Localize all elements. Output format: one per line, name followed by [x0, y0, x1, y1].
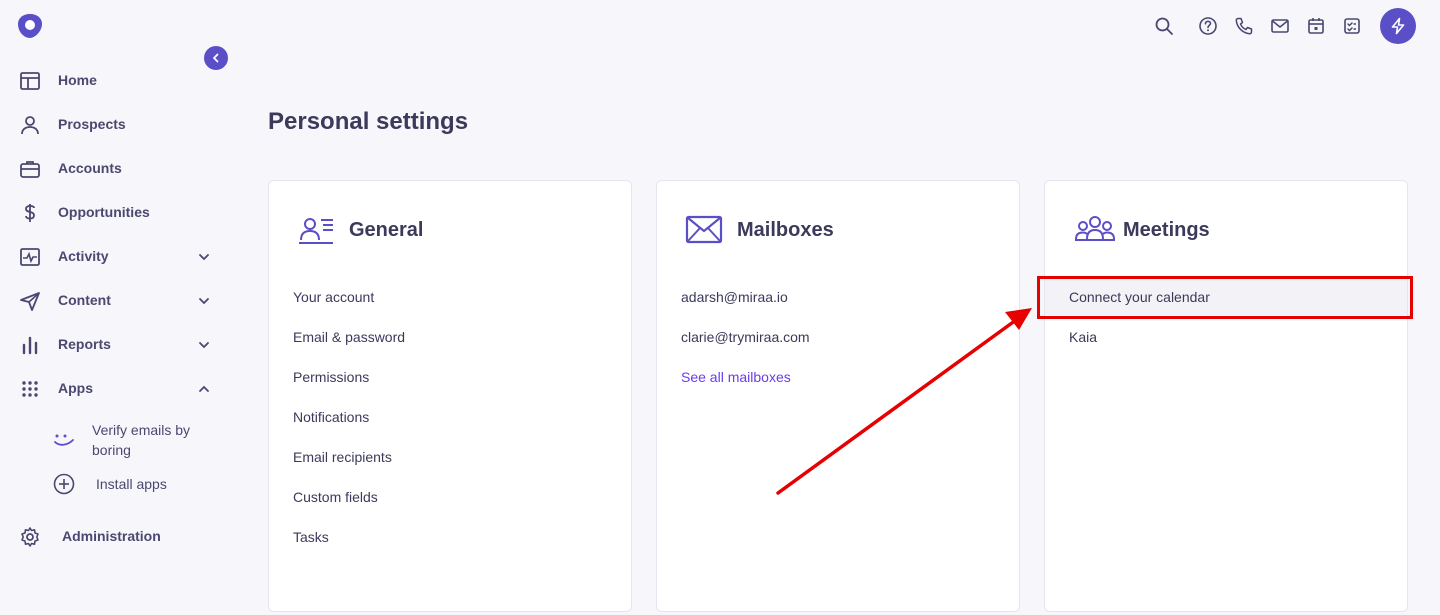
sidebar-item-label: Administration: [62, 528, 161, 544]
bolt-icon: [1391, 17, 1405, 35]
sidebar: Home Prospects Accounts Opportunities Ac…: [0, 0, 240, 615]
sidebar-item-label: Opportunities: [58, 204, 150, 220]
general-card-header: General: [297, 213, 423, 247]
meetings-card-header: Meetings: [1073, 213, 1210, 247]
general-link-tasks[interactable]: Tasks: [269, 519, 631, 555]
envelope-icon: [685, 213, 725, 247]
card-title: General: [349, 218, 424, 241]
sidebar-item-apps[interactable]: Apps: [0, 368, 240, 408]
gear-icon: [19, 526, 41, 548]
sidebar-app-label: Verify emails by boring: [92, 422, 191, 458]
see-all-mailboxes-link[interactable]: See all mailboxes: [657, 359, 1019, 395]
chevron-up-icon: [196, 381, 212, 397]
mailboxes-card-header: Mailboxes: [685, 213, 834, 247]
help-icon[interactable]: [1198, 16, 1218, 36]
sidebar-app-install-apps[interactable]: Install apps: [0, 472, 240, 498]
calendar-icon[interactable]: [1306, 16, 1326, 36]
grid-dots-icon: [19, 378, 41, 400]
sidebar-item-label: Content: [58, 292, 111, 308]
general-link-permissions[interactable]: Permissions: [269, 359, 631, 395]
sidebar-app-verify-emails[interactable]: Verify emails by boring: [0, 418, 240, 464]
person-icon: [19, 114, 41, 136]
plus-circle-icon: [53, 473, 75, 495]
mailbox-link-clarie[interactable]: clarie@trymiraa.com: [657, 319, 1019, 355]
dollar-icon: [19, 202, 41, 224]
mail-icon[interactable]: [1270, 16, 1290, 36]
general-link-email-password[interactable]: Email & password: [269, 319, 631, 355]
sidebar-item-home[interactable]: Home: [0, 60, 240, 100]
general-card: General Your account Email & password Pe…: [268, 180, 632, 612]
mailbox-link-adarsh[interactable]: adarsh@miraa.io: [657, 279, 1019, 315]
sidebar-item-activity[interactable]: Activity: [0, 236, 240, 276]
page-title: Personal settings: [268, 108, 469, 135]
send-icon: [19, 290, 41, 312]
meetings-link-kaia[interactable]: Kaia: [1045, 319, 1407, 355]
app-logo-icon[interactable]: [16, 12, 44, 40]
sidebar-item-label: Apps: [58, 380, 93, 396]
mailboxes-card: Mailboxes adarsh@miraa.io clarie@trymira…: [656, 180, 1020, 612]
sidebar-item-content[interactable]: Content: [0, 280, 240, 320]
bolt-button[interactable]: [1380, 8, 1416, 44]
card-title: Meetings: [1123, 218, 1210, 241]
sidebar-item-label: Prospects: [58, 116, 126, 132]
group-icon: [1073, 213, 1115, 247]
search-icon[interactable]: [1154, 16, 1174, 36]
general-link-email-recipients[interactable]: Email recipients: [269, 439, 631, 475]
sidebar-item-label: Accounts: [58, 160, 122, 176]
highlight-box: [1037, 276, 1413, 319]
smile-icon: [52, 428, 76, 452]
sidebar-item-prospects[interactable]: Prospects: [0, 104, 240, 144]
phone-icon[interactable]: [1234, 16, 1254, 36]
sidebar-item-opportunities[interactable]: Opportunities: [0, 192, 240, 232]
general-link-custom-fields[interactable]: Custom fields: [269, 479, 631, 515]
meetings-card: Meetings Connect your calendar Kaia: [1044, 180, 1408, 612]
sidebar-app-label: Install apps: [96, 476, 167, 492]
topbar-actions: [1138, 8, 1416, 44]
sidebar-item-label: Activity: [58, 248, 109, 264]
activity-icon: [19, 246, 41, 268]
sidebar-item-label: Reports: [58, 336, 111, 352]
bar-chart-icon: [19, 334, 41, 356]
user-list-icon: [297, 213, 337, 247]
chevron-down-icon: [196, 249, 212, 265]
card-title: Mailboxes: [737, 218, 834, 241]
briefcase-icon: [19, 158, 41, 180]
chevron-down-icon: [196, 293, 212, 309]
chevron-down-icon: [196, 337, 212, 353]
sidebar-item-accounts[interactable]: Accounts: [0, 148, 240, 188]
general-link-your-account[interactable]: Your account: [269, 279, 631, 315]
sidebar-item-reports[interactable]: Reports: [0, 324, 240, 364]
home-icon: [19, 70, 41, 92]
sidebar-item-label: Home: [58, 72, 97, 88]
tasks-icon[interactable]: [1342, 16, 1362, 36]
sidebar-item-administration[interactable]: Administration: [0, 516, 240, 556]
general-link-notifications[interactable]: Notifications: [269, 399, 631, 435]
